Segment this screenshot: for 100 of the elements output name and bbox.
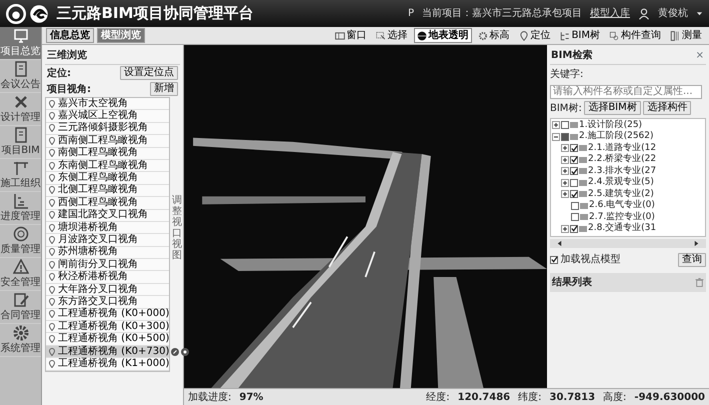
latitude-value: 30.7813 bbox=[550, 390, 596, 404]
viewpoint-item[interactable]: 大年路分叉口视角 bbox=[46, 284, 169, 296]
collapse-icon[interactable] bbox=[552, 132, 560, 141]
tree-checkbox[interactable] bbox=[571, 202, 579, 210]
viewpoint-item[interactable]: 西侧工程鸟瞰视角 bbox=[46, 197, 169, 210]
tree-checkbox[interactable] bbox=[570, 156, 578, 164]
tree-checkbox[interactable] bbox=[570, 224, 578, 233]
expand-icon[interactable] bbox=[561, 144, 569, 152]
tree-checkbox[interactable] bbox=[570, 178, 578, 187]
tab[interactable]: 模型浏览 bbox=[97, 28, 145, 43]
pin-icon bbox=[48, 174, 56, 182]
toolbar-button[interactable]: 选择 bbox=[372, 28, 411, 43]
add-button[interactable]: 新增 bbox=[150, 82, 178, 96]
import-model-link[interactable]: 模型入库 bbox=[590, 6, 630, 21]
crane-icon bbox=[12, 160, 28, 176]
sidebar-item[interactable]: 施工组织 bbox=[0, 159, 41, 192]
sidebar-item[interactable]: 质量管理 bbox=[0, 225, 41, 258]
tree-checkbox[interactable] bbox=[571, 213, 579, 222]
user-name[interactable]: 黄俊杭 bbox=[658, 6, 688, 21]
longitude-value: 120.7486 bbox=[458, 390, 510, 404]
query-button[interactable]: 查询 bbox=[678, 252, 706, 266]
viewpoint-item[interactable]: 东南侧工程鸟瞰视角 bbox=[46, 160, 169, 172]
sidebar-item[interactable]: 会议公告 bbox=[0, 60, 41, 93]
tree-node-label[interactable]: 2.5.建筑专业(2) bbox=[588, 188, 654, 201]
toolbar-button[interactable]: 测量 bbox=[667, 28, 705, 43]
sidebar-item[interactable]: 安全管理 bbox=[0, 258, 41, 291]
viewpoint-item[interactable]: 建国北路交叉口视角 bbox=[46, 210, 169, 222]
tree-node-label[interactable]: 2.2.桥梁专业(22 bbox=[588, 153, 656, 166]
viewpoint-item[interactable]: 东方路交叉口视角 bbox=[46, 296, 169, 309]
pin-icon bbox=[48, 136, 56, 145]
pin-icon bbox=[518, 30, 529, 40]
toolbar-button[interactable]: 标高 bbox=[474, 28, 513, 43]
viewpoint-item[interactable]: 工程通桥视角 (K0+000) bbox=[46, 308, 169, 322]
select-button[interactable]: 选择BIM树 bbox=[584, 101, 641, 115]
sidebar-item[interactable]: 项目BIM bbox=[0, 126, 41, 159]
sidebar-item[interactable]: 设计管理 bbox=[0, 93, 41, 126]
viewpoint-item[interactable]: 月波路交叉口视角 bbox=[46, 234, 169, 247]
expand-icon[interactable] bbox=[561, 190, 569, 198]
longitude-label: 经度: bbox=[426, 390, 450, 404]
tree-checkbox[interactable] bbox=[561, 132, 569, 141]
select-button[interactable]: 选择构件 bbox=[643, 101, 692, 115]
tree-node-label[interactable]: 2.1.道路专业(12 bbox=[588, 142, 656, 155]
sidebar-item[interactable]: 进度管理 bbox=[0, 192, 41, 225]
expand-icon[interactable] bbox=[552, 121, 560, 130]
viewpoint-item[interactable]: 闸前街分叉口视角 bbox=[46, 259, 169, 272]
viewpoint-item[interactable]: 塘坝港桥视角 bbox=[46, 222, 169, 234]
globe-icon bbox=[416, 30, 427, 40]
logo-icon bbox=[6, 4, 26, 24]
toolbar-button[interactable]: 地表透明 bbox=[414, 28, 472, 43]
keyword-field[interactable]: 请输入构件名称或自定义属性... bbox=[550, 84, 702, 98]
tree-checkbox[interactable] bbox=[561, 121, 569, 130]
tree-node-label[interactable]: 2.8.交通专业(31 bbox=[588, 222, 656, 236]
toolbar-button[interactable]: 窗口 bbox=[332, 28, 370, 43]
load-viewpoint-checkbox[interactable] bbox=[550, 256, 558, 264]
expand-icon[interactable] bbox=[561, 224, 569, 233]
altitude-value: -949.630000 bbox=[634, 390, 705, 404]
tree-checkbox[interactable] bbox=[570, 190, 578, 198]
expand-icon[interactable] bbox=[561, 167, 569, 176]
tree-node-label[interactable]: 2.施工阶段(2562) bbox=[579, 130, 654, 144]
tree-node-label[interactable]: 1.设计阶段(25) bbox=[579, 118, 642, 132]
sidebar-item[interactable]: 合同管理 bbox=[0, 291, 41, 324]
tree-node-label[interactable]: 2.3.排水专业(27 bbox=[588, 164, 656, 178]
viewpoint-item[interactable]: 秋泾桥港桥视角 bbox=[46, 271, 169, 284]
altitude-label: 高度: bbox=[603, 390, 626, 404]
viewpoint-item[interactable]: 工程通桥视角 (K0+300) bbox=[46, 321, 169, 334]
expand-icon[interactable] bbox=[561, 156, 569, 164]
tree-checkbox[interactable] bbox=[570, 144, 578, 152]
tab[interactable]: 信息总览 bbox=[46, 28, 94, 43]
close-button[interactable]: × bbox=[694, 50, 705, 62]
window-icon bbox=[334, 30, 345, 40]
tree-node-label[interactable]: 2.4.景观专业(5) bbox=[588, 176, 654, 190]
expand-icon[interactable] bbox=[561, 178, 569, 187]
sidebar-item[interactable]: 系统管理 bbox=[0, 324, 41, 357]
viewpoint-item[interactable]: 南侧工程鸟瞰视角 bbox=[46, 148, 169, 160]
viewpoint-item[interactable]: 嘉兴市太空视角 bbox=[46, 98, 169, 110]
viewpoint-item[interactable]: 西南侧工程鸟瞰视角 bbox=[46, 135, 169, 148]
tree-checkbox[interactable] bbox=[570, 167, 578, 176]
tree-node-label[interactable]: 2.6.电气专业(0) bbox=[589, 199, 655, 212]
toolbar-button[interactable]: BIM树 bbox=[556, 28, 603, 43]
pin-icon bbox=[48, 124, 56, 132]
viewpoint-item[interactable]: 三元路倾斜摄影视角 bbox=[46, 122, 169, 136]
results-title: 结果列表 bbox=[552, 276, 592, 290]
bim-tree-label: BIM树: bbox=[550, 102, 582, 116]
project-icon: P bbox=[408, 6, 414, 21]
toolbar-button[interactable]: 定位 bbox=[516, 28, 554, 43]
viewpoint-item[interactable]: 北侧工程鸟瞰视角 bbox=[46, 184, 169, 198]
viewpoint-item[interactable]: 工程通桥视角 (K1+000) bbox=[46, 358, 169, 371]
viewpoint-item[interactable]: 嘉兴城区上空视角 bbox=[46, 110, 169, 123]
set-location-button[interactable]: 设置定位点 bbox=[120, 66, 178, 80]
cross-icon bbox=[12, 94, 28, 110]
viewpoint-item[interactable]: 东侧工程鸟瞰视角 bbox=[46, 172, 169, 185]
viewpoint-item[interactable]: 苏州塘桥视角 bbox=[46, 246, 169, 260]
caret-icon bbox=[696, 10, 703, 17]
tree-node-label[interactable]: 2.7.监控专业(0) bbox=[589, 210, 655, 224]
horizontal-scrollbar[interactable] bbox=[550, 238, 706, 248]
3d-viewport[interactable] bbox=[184, 45, 547, 388]
sidebar-item[interactable]: 项目总览 bbox=[0, 27, 41, 60]
resize-handle[interactable]: 调整视口视图 bbox=[172, 195, 182, 261]
toolbar-button[interactable]: 构件查询 bbox=[606, 28, 664, 43]
document-icon bbox=[12, 60, 28, 76]
